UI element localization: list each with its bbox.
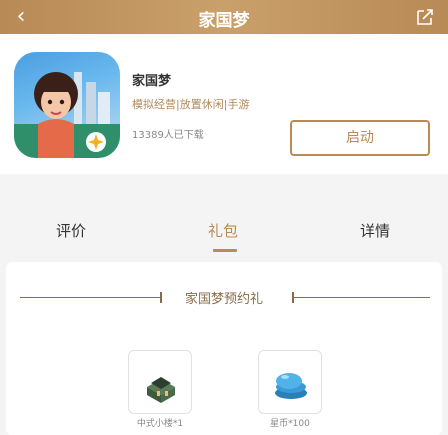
gift-item-coins[interactable] <box>258 350 322 414</box>
star-coin-icon <box>275 373 307 399</box>
divider <box>294 297 430 298</box>
title-bar: ‹ 家国梦 <box>0 0 448 34</box>
page-title: 家国梦 <box>198 11 250 31</box>
tab-reviews[interactable]: 评价 <box>56 220 86 241</box>
gift-section: 家国梦预约礼 中式小楼*1 星币*100 <box>6 262 442 435</box>
active-tab-indicator <box>213 249 237 252</box>
app-description: 模拟经营|放置休闲|手游 <box>132 98 250 111</box>
gift-item-label: 星币*100 <box>270 419 310 429</box>
app-download-count: 13389人已下载 <box>132 130 204 141</box>
app-icon <box>14 52 120 158</box>
launch-button[interactable]: 启动 <box>290 120 430 156</box>
app-name: 家国梦 <box>132 74 172 89</box>
tab-details[interactable]: 详情 <box>360 220 390 241</box>
share-icon[interactable] <box>414 6 436 28</box>
app-card: 家国梦 模拟经营|放置休闲|手游 13389人已下载 启动 <box>0 34 448 174</box>
building-icon <box>147 377 175 403</box>
tab-bar: 评价 礼包 详情 <box>0 182 448 262</box>
gift-item-building[interactable] <box>128 350 192 414</box>
tab-gifts[interactable]: 礼包 <box>208 220 238 241</box>
gift-item-label: 中式小楼*1 <box>136 419 184 429</box>
